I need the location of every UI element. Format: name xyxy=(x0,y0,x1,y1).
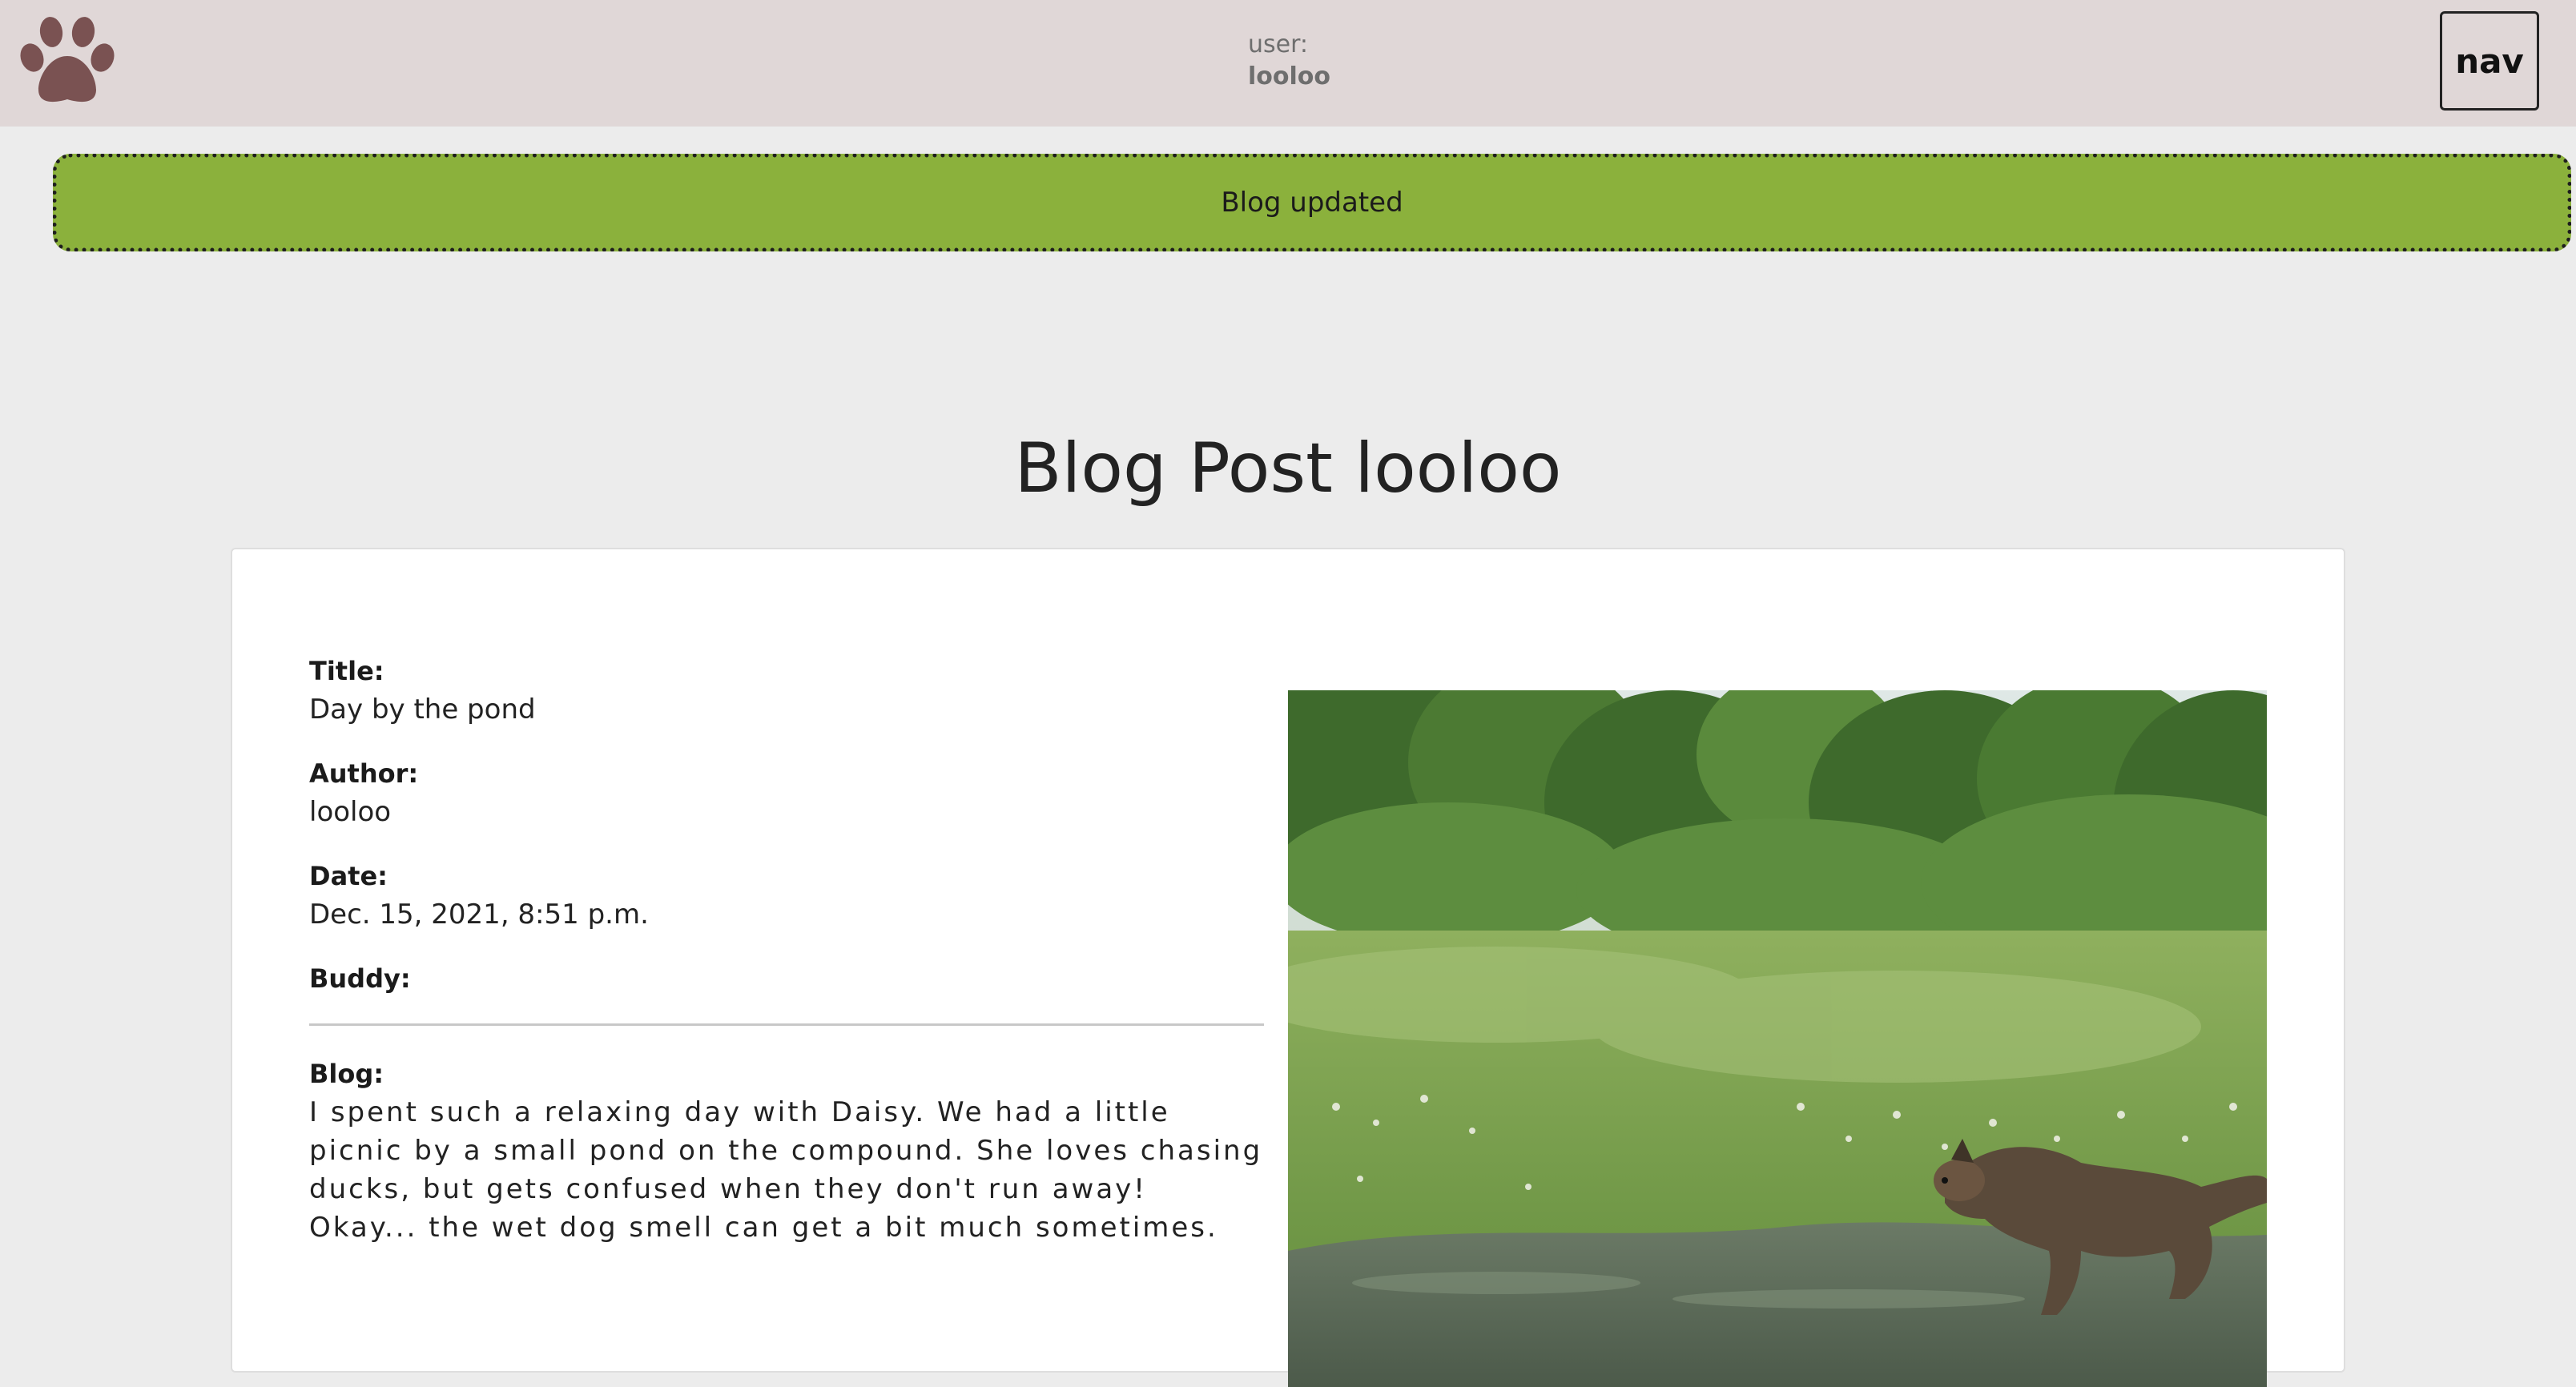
blog-label: Blog: xyxy=(309,1059,384,1089)
blog-text: I spent such a relaxing day with Daisy. … xyxy=(309,1096,1263,1244)
author-label: Author: xyxy=(309,758,419,789)
user-info: user: looloo xyxy=(1248,29,1330,93)
date-field: Date: Dec. 15, 2021, 8:51 p.m. xyxy=(309,857,1264,934)
date-value: Dec. 15, 2021, 8:51 p.m. xyxy=(309,899,649,931)
title-field: Title: Day by the pond xyxy=(309,652,1264,729)
blog-post-card: Title: Day by the pond Author: looloo Da… xyxy=(231,548,2345,1387)
divider xyxy=(309,1023,1264,1026)
nav-button[interactable]: nav xyxy=(2440,11,2539,111)
title-label: Title: xyxy=(309,656,384,686)
success-alert: Blog updated xyxy=(53,154,2571,251)
post-photo xyxy=(1288,690,2267,1387)
buddy-field: Buddy: xyxy=(309,959,1264,998)
post-details: Title: Day by the pond Author: looloo Da… xyxy=(309,652,1264,1272)
user-name: looloo xyxy=(1248,62,1331,90)
date-label: Date: xyxy=(309,861,388,891)
page-title: Blog Post looloo xyxy=(1014,428,1562,509)
title-value: Day by the pond xyxy=(309,694,536,726)
author-value: looloo xyxy=(309,796,392,828)
user-label: user: xyxy=(1248,30,1309,58)
blog-field: Blog: I spent such a relaxing day with D… xyxy=(309,1055,1264,1247)
top-bar: user: looloo nav xyxy=(0,0,2576,127)
buddy-label: Buddy: xyxy=(309,963,411,994)
paw-icon[interactable] xyxy=(18,16,119,106)
author-field: Author: looloo xyxy=(309,754,1264,831)
